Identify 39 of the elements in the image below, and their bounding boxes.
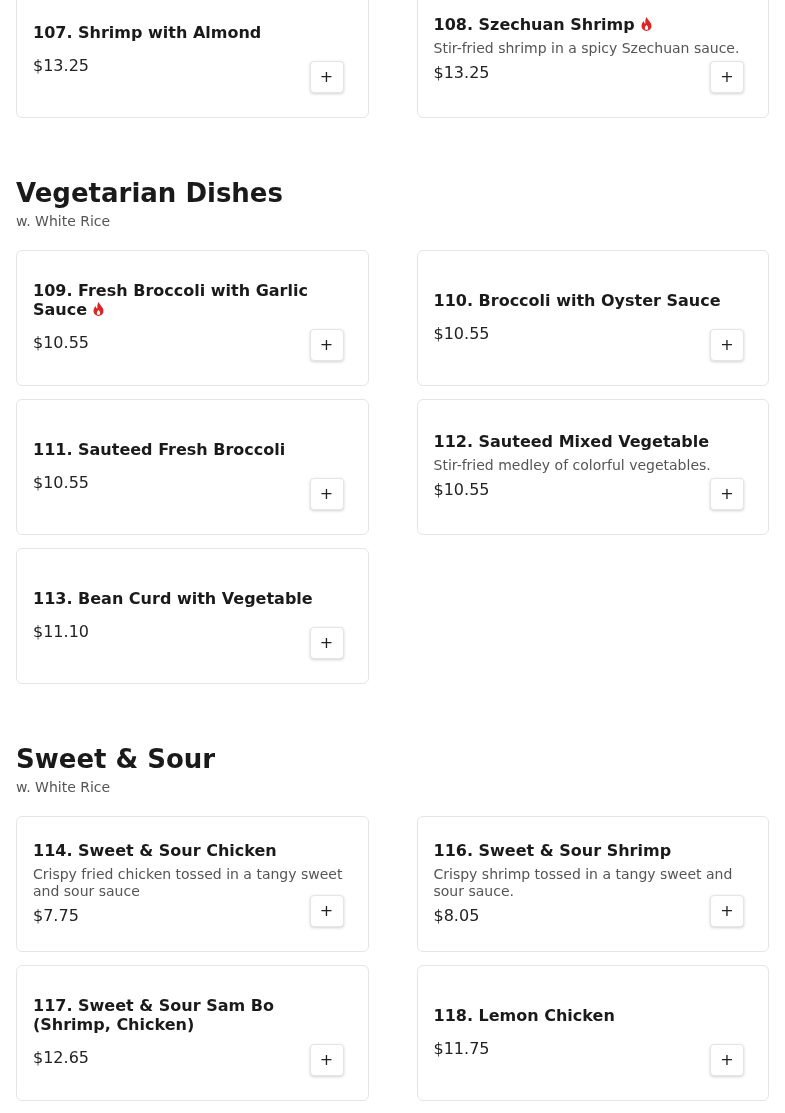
add-button[interactable]: + bbox=[710, 329, 744, 361]
section-title: Sweet & Sour bbox=[16, 744, 217, 774]
add-button[interactable]: + bbox=[710, 895, 744, 927]
item-description: Stir-fried shrimp in a spicy Szechuan sauce. bbox=[433, 40, 741, 57]
item-name: 112. Sauteed Mixed Vegetable bbox=[433, 432, 711, 451]
item-price: $12.65 bbox=[33, 1047, 89, 1069]
section-title: Vegetarian Dishes bbox=[16, 178, 284, 208]
item-price: $8.05 bbox=[433, 904, 480, 927]
section-subtitle: w. White Rice bbox=[16, 778, 112, 797]
add-button[interactable]: + bbox=[710, 1044, 744, 1076]
add-button[interactable]: + bbox=[309, 478, 344, 510]
item-name: 108. Szechuan Shrimp bbox=[433, 15, 752, 34]
add-button[interactable]: + bbox=[309, 895, 344, 927]
item-price: $10.55 bbox=[433, 479, 490, 501]
add-button[interactable]: + bbox=[710, 478, 744, 510]
add-button[interactable]: + bbox=[710, 61, 744, 93]
section-subtitle: w. White Rice bbox=[16, 212, 112, 231]
item-name: 114. Sweet & Sour Chicken bbox=[33, 840, 278, 860]
item-name: 109. Fresh Broccoli with Garlic Sauce bbox=[33, 281, 309, 319]
item-name: 117. Sweet & Sour Sam Bo (Shrimp, Chicken) bbox=[33, 996, 275, 1034]
add-button[interactable]: + bbox=[309, 61, 344, 93]
item-price: $13.25 bbox=[433, 62, 490, 84]
add-button[interactable]: + bbox=[309, 329, 344, 361]
item-price: $11.10 bbox=[33, 620, 89, 643]
item-price: $11.75 bbox=[433, 1037, 490, 1060]
item-name: 111. Sauteed Fresh Broccoli bbox=[33, 439, 287, 459]
item-name: 118. Lemon Chicken bbox=[433, 1005, 616, 1025]
item-price: $10.55 bbox=[433, 322, 490, 345]
item-price: $7.75 bbox=[33, 904, 79, 927]
item-description: Stir-fried medley of colorful vegetables. bbox=[433, 457, 712, 474]
item-name: 110. Broccoli with Oyster Sauce bbox=[433, 290, 722, 310]
item-price: $13.25 bbox=[33, 54, 89, 77]
item-price: $10.55 bbox=[33, 471, 89, 494]
add-button[interactable]: + bbox=[309, 1044, 344, 1076]
item-price: $10.55 bbox=[33, 332, 89, 354]
item-name: 113. Bean Curd with Vegetable bbox=[33, 588, 314, 608]
item-name: 107. Shrimp with Almond bbox=[33, 22, 263, 42]
item-name: 116. Sweet & Sour Shrimp bbox=[433, 840, 673, 860]
add-button[interactable]: + bbox=[309, 627, 344, 659]
